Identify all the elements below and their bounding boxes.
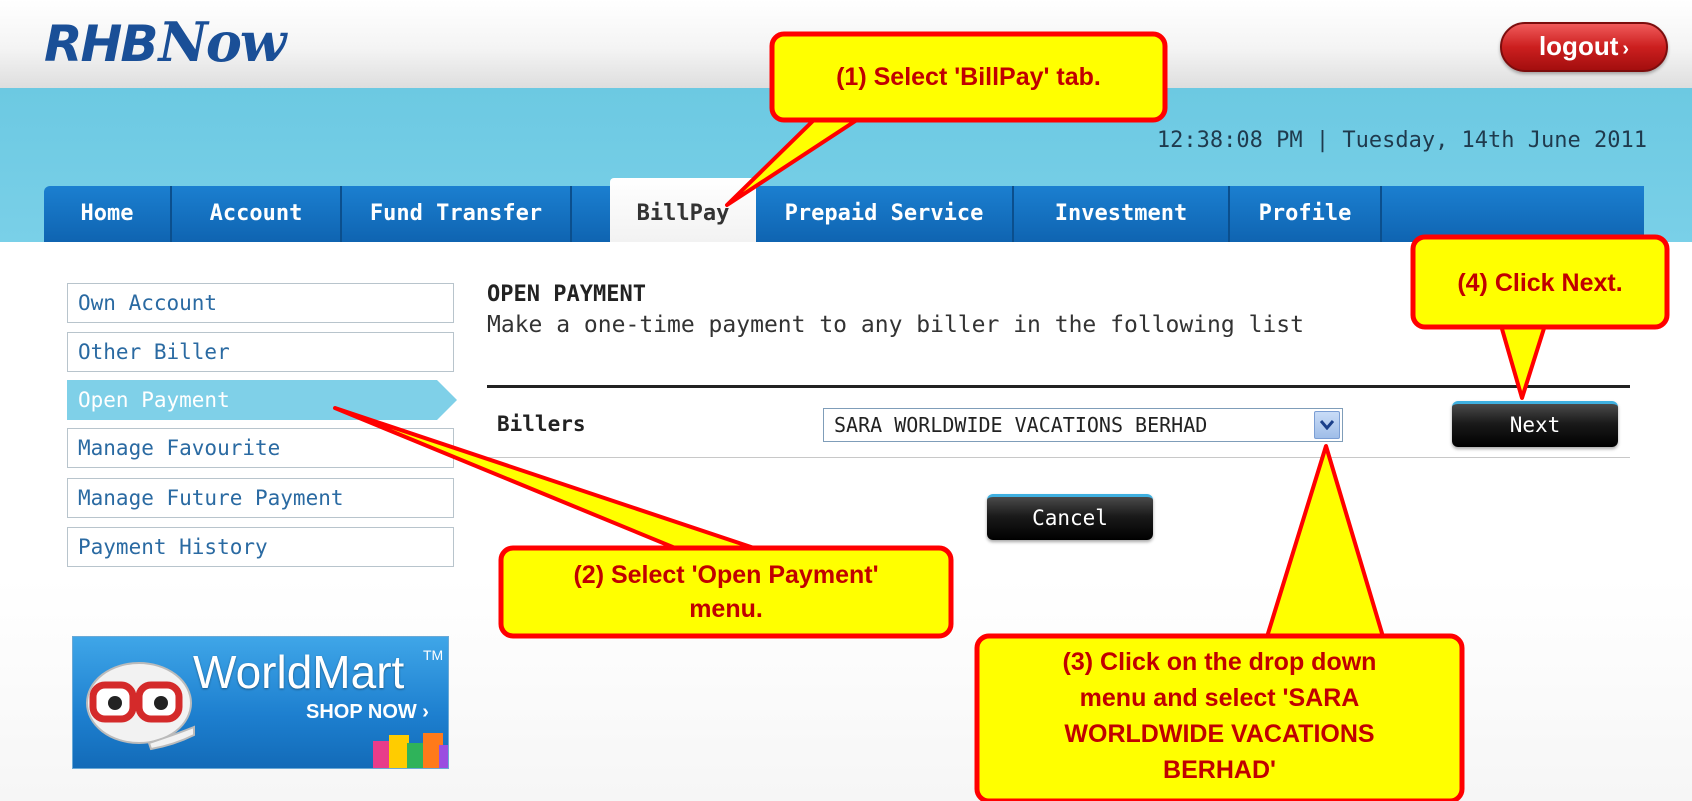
page-title: OPEN PAYMENT	[487, 282, 646, 307]
sidebar-item-manage-future-payment[interactable]: Manage Future Payment	[67, 478, 454, 518]
logout-button[interactable]: logout ›	[1500, 22, 1668, 72]
sidebar-item-other-biller[interactable]: Other Biller	[67, 332, 454, 372]
sidebar-item-open-payment[interactable]: Open Payment	[67, 380, 437, 420]
banner-title: WorldMart	[193, 646, 405, 698]
chevron-down-icon[interactable]	[1314, 411, 1340, 439]
worldmart-banner[interactable]: WorldMart TM SHOP NOW ›	[72, 636, 449, 769]
tab-profile[interactable]: Profile	[1230, 186, 1382, 242]
datetime-display: 12:38:08 PM | Tuesday, 14th June 2011	[1156, 128, 1647, 153]
form-divider-bottom	[487, 457, 1630, 458]
callout-3-line4: BERHAD'	[1163, 756, 1276, 784]
shopping-bags-icon	[373, 733, 448, 768]
form-divider-top	[487, 385, 1630, 388]
tab-billpay[interactable]: BillPay	[610, 178, 756, 242]
callout-3-line3: WORLDWIDE VACATIONS	[1064, 720, 1375, 748]
callout-3-line1: (3) Click on the drop down	[1062, 648, 1377, 676]
callout-3-line2: menu and select 'SARA	[1079, 684, 1360, 712]
tab-account[interactable]: Account	[172, 186, 342, 242]
next-button[interactable]: Next	[1452, 401, 1618, 447]
page-description: Make a one-time payment to any biller in…	[487, 312, 1304, 338]
callout-4-text: (4) Click Next.	[1457, 269, 1623, 297]
cancel-button[interactable]: Cancel	[987, 494, 1153, 540]
sidebar-item-manage-favourite[interactable]: Manage Favourite	[67, 428, 454, 468]
shop-now-link[interactable]: SHOP NOW ›	[306, 701, 429, 724]
main-nav: Home Account Fund Transfer BillPay Prepa…	[44, 178, 1644, 242]
tab-investment[interactable]: Investment	[1014, 186, 1230, 242]
banner-trademark: TM	[423, 647, 444, 663]
logout-label: logout	[1538, 31, 1619, 61]
sidebar-item-payment-history[interactable]: Payment History	[67, 527, 454, 567]
tab-fund-transfer[interactable]: Fund Transfer	[342, 186, 572, 242]
sidebar-item-own-account[interactable]: Own Account	[67, 283, 454, 323]
tab-home[interactable]: Home	[44, 186, 172, 242]
rhb-now-logo: RHBNow	[44, 10, 304, 74]
billers-label: Billers	[497, 412, 586, 436]
callout-2-line1: (2) Select 'Open Payment'	[573, 561, 879, 589]
callout-2-line2: menu.	[689, 595, 763, 623]
billers-select[interactable]: SARA WORLDWIDE VACATIONS BERHAD	[823, 408, 1343, 442]
logo-now: Now	[158, 10, 286, 74]
logo-rhb: RHB	[44, 15, 158, 73]
mascot-icon	[86, 662, 195, 751]
callout-1-text: (1) Select 'BillPay' tab.	[836, 63, 1101, 91]
active-arrow-icon	[437, 380, 457, 420]
billers-selected-value: SARA WORLDWIDE VACATIONS BERHAD	[834, 413, 1208, 437]
tab-prepaid-service[interactable]: Prepaid Service	[756, 186, 1014, 242]
chevron-right-icon: ›	[1622, 38, 1630, 60]
